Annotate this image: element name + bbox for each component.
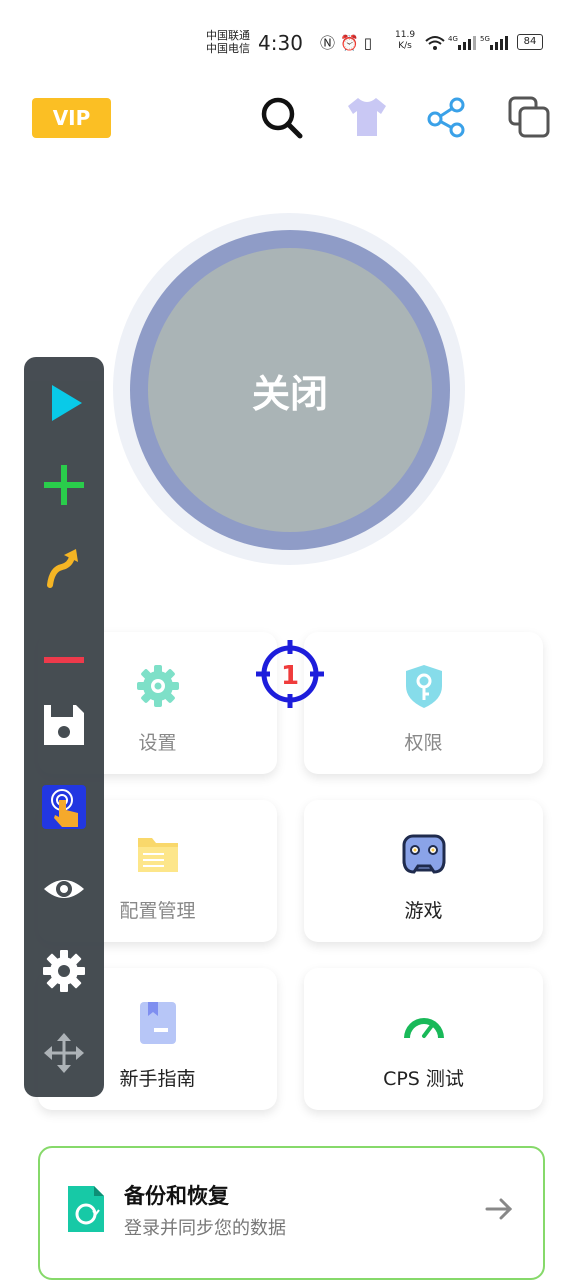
cps-test-card[interactable]: CPS 测试 <box>304 968 543 1110</box>
theme-shirt-icon[interactable] <box>344 94 390 140</box>
permissions-label: 权限 <box>404 732 443 754</box>
remove-button[interactable] <box>24 615 104 685</box>
gear-icon <box>136 665 179 707</box>
visibility-button[interactable] <box>24 855 104 925</box>
shield-key-icon <box>405 665 442 708</box>
move-handle[interactable] <box>24 1019 104 1089</box>
signal-icon: 4G 5G <box>425 35 508 50</box>
clock: 4:30 <box>258 31 303 55</box>
carrier-info: 中国联通 中国电信 <box>206 29 250 55</box>
save-icon <box>44 705 84 745</box>
target-number: 1 <box>281 661 299 691</box>
plus-icon <box>44 465 84 505</box>
guide-book-icon <box>139 1002 176 1044</box>
crosshair-target-icon[interactable]: 1 <box>256 640 324 708</box>
play-icon <box>52 385 82 421</box>
touch-record-button[interactable] <box>24 773 104 843</box>
vip-button[interactable]: VIP <box>32 98 111 138</box>
arrow-right-icon[interactable] <box>484 1194 514 1224</box>
share-icon[interactable] <box>424 94 470 140</box>
games-card[interactable]: 游戏 <box>304 800 543 942</box>
games-label: 游戏 <box>404 900 443 922</box>
alarm-icon: ⏰ <box>340 34 364 52</box>
net-speed: 11.9 K/s <box>395 30 415 52</box>
touch-hand-icon <box>42 785 86 829</box>
curved-arrow-icon <box>47 549 78 588</box>
svg-text:5G: 5G <box>480 35 490 43</box>
move-arrows-icon <box>44 1033 84 1073</box>
swipe-button[interactable] <box>24 533 104 603</box>
toolbar-settings-button[interactable] <box>24 937 104 1007</box>
backup-restore-card[interactable]: 备份和恢复 登录并同步您的数据 <box>38 1146 545 1280</box>
eye-icon <box>44 880 84 898</box>
folder-icon <box>137 838 178 872</box>
carrier-1: 中国联通 <box>206 29 250 42</box>
play-button[interactable] <box>24 369 104 439</box>
toggle-label: 关闭 <box>251 371 328 416</box>
gamepad-icon <box>402 834 445 874</box>
speedometer-icon <box>403 1018 444 1038</box>
vibrate-icon: ▯ <box>363 34 377 52</box>
power-toggle-button[interactable]: 关闭 <box>148 248 432 532</box>
multi-window-icon[interactable] <box>506 94 552 140</box>
search-icon[interactable] <box>258 94 304 140</box>
carrier-2: 中国电信 <box>206 42 250 55</box>
backup-title: 备份和恢复 <box>124 1184 229 1208</box>
gear-icon <box>43 950 85 992</box>
battery-indicator: 84 <box>517 34 543 50</box>
net-speed-unit: K/s <box>398 41 412 51</box>
floating-toolbar <box>24 357 104 1097</box>
backup-subtitle: 登录并同步您的数据 <box>124 1218 286 1239</box>
save-button[interactable] <box>24 691 104 761</box>
svg-text:4G: 4G <box>448 35 458 43</box>
cps-test-label: CPS 测试 <box>383 1068 464 1090</box>
minus-icon <box>44 657 84 663</box>
status-bar: 中国联通 中国电信 4:30 Ⓝ⏰▯ 11.9 K/s 4G 5G 84 <box>0 0 580 80</box>
status-icons: Ⓝ⏰▯ <box>320 32 377 53</box>
permissions-card[interactable]: 权限 <box>304 632 543 774</box>
backup-file-icon <box>68 1186 104 1232</box>
nfc-icon: Ⓝ <box>320 34 341 52</box>
net-speed-value: 11.9 <box>395 30 416 40</box>
add-button[interactable] <box>24 451 104 521</box>
